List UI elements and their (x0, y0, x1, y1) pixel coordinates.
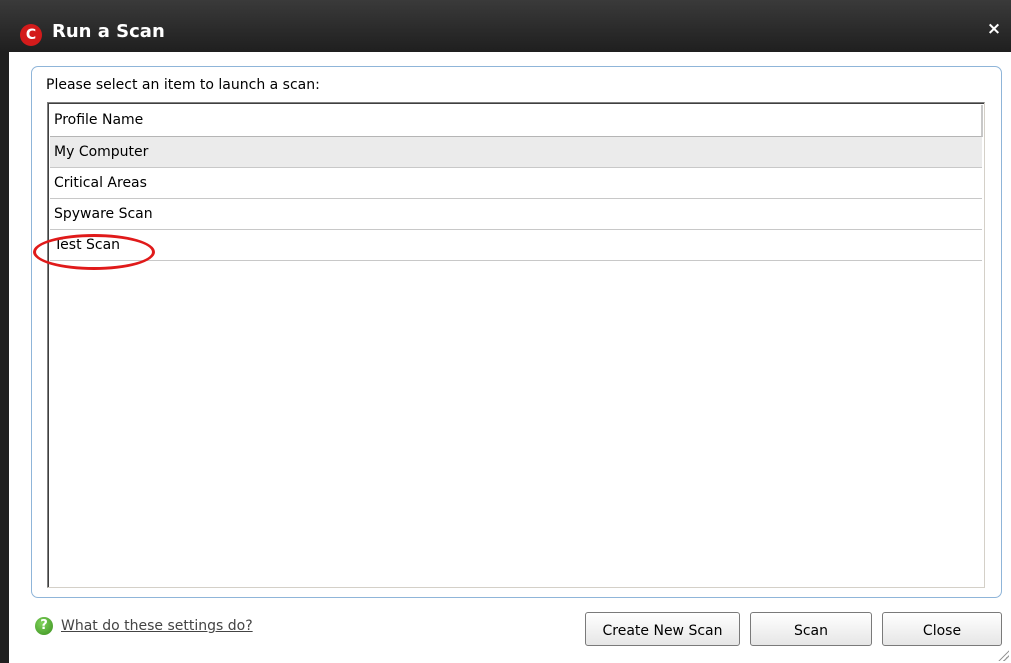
title-bar[interactable]: C Run a Scan × (0, 0, 1011, 52)
close-icon[interactable]: × (983, 18, 1005, 40)
row-label: Critical Areas (54, 175, 147, 191)
row-label: Test Scan (54, 237, 121, 253)
list-row-critical-areas[interactable]: Critical Areas (50, 168, 982, 199)
run-a-scan-dialog: C Run a Scan × Please select an item to … (0, 0, 1011, 663)
row-label: Spyware Scan (54, 206, 153, 222)
list-row-my-computer[interactable]: My Computer (50, 137, 982, 168)
resize-grip-icon[interactable] (997, 649, 1009, 661)
settings-help-link[interactable]: What do these settings do? (61, 618, 253, 634)
window-border (0, 52, 9, 663)
list-row-test-scan[interactable]: Test Scan (50, 230, 982, 261)
instruction-label: Please select an item to launch a scan: (46, 77, 320, 93)
scan-profile-list[interactable]: Profile Name My Computer Critical Areas … (47, 102, 985, 588)
column-header-label: Profile Name (54, 112, 144, 128)
help-icon: ? (35, 617, 53, 635)
app-logo-icon: C (20, 24, 42, 46)
column-header-profile-name[interactable]: Profile Name (50, 105, 983, 137)
scan-button[interactable]: Scan (750, 612, 872, 646)
row-label: My Computer (54, 144, 149, 160)
create-new-scan-button[interactable]: Create New Scan (585, 612, 740, 646)
close-button[interactable]: Close (882, 612, 1002, 646)
dialog-title: Run a Scan (52, 21, 165, 42)
list-row-spyware-scan[interactable]: Spyware Scan (50, 199, 982, 230)
